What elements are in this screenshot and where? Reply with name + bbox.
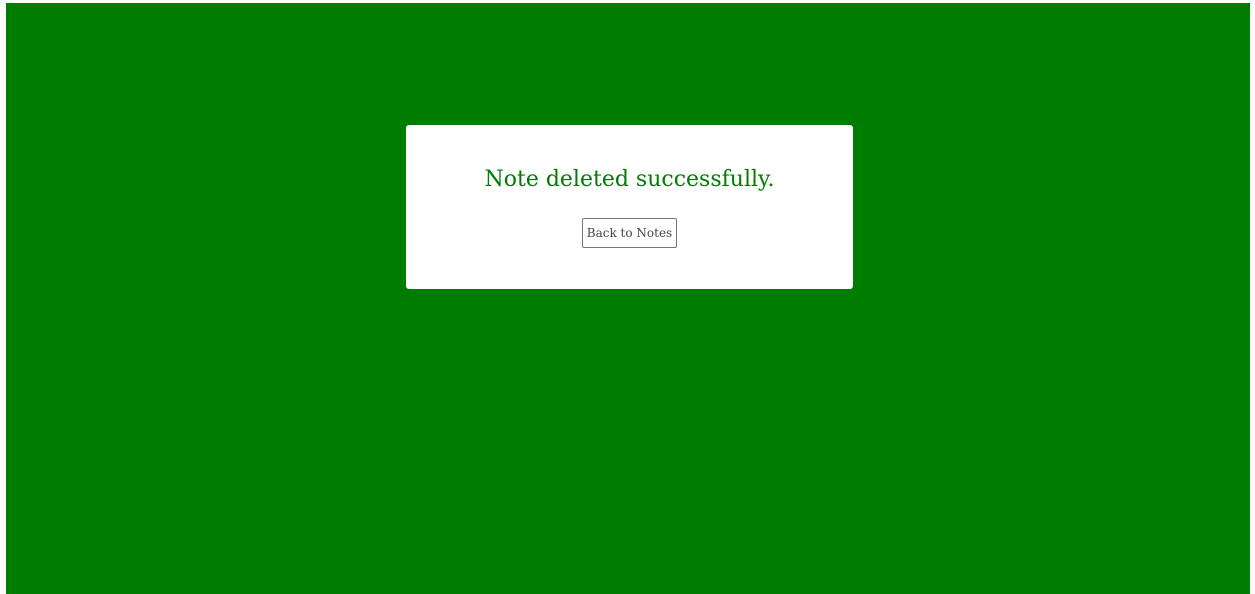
success-message: Note deleted successfully. (484, 167, 775, 192)
page-background: Note deleted successfully. Back to Notes (6, 3, 1250, 594)
confirmation-card: Note deleted successfully. Back to Notes (406, 125, 853, 289)
back-to-notes-button[interactable]: Back to Notes (582, 218, 677, 248)
